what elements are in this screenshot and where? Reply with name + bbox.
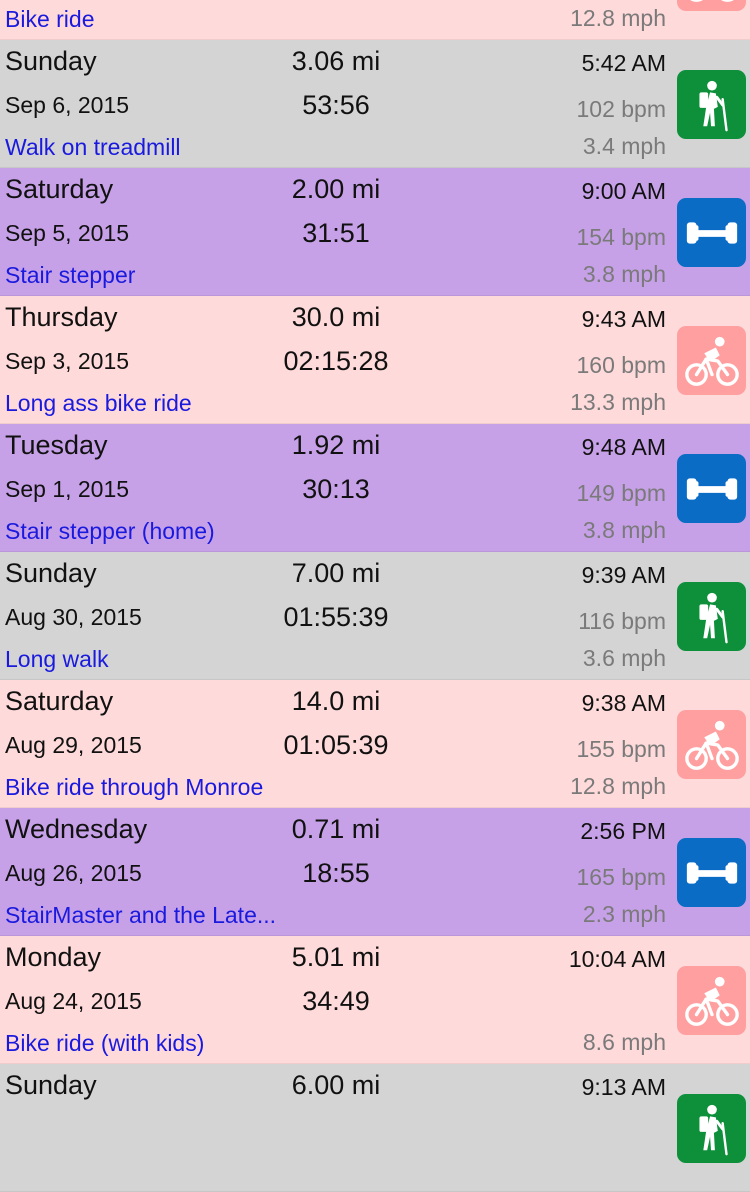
workout-note: Long walk [5,646,109,672]
workout-distance: 5.01 mi [291,942,381,972]
workout-time: 9:48 AM [581,434,666,460]
workout-note: Stair stepper [5,262,136,288]
workout-day: Monday [5,942,102,972]
workout-day: Saturday [5,174,114,204]
cyclist-icon [677,326,746,395]
workout-speed: 3.6 mph [582,645,666,671]
workout-heart-rate: 149 bpm [576,480,666,506]
workout-distance: 2.00 mi [291,174,381,204]
workout-time: 9:38 AM [581,690,666,716]
workout-row[interactable]: Sunday 6.00 mi 9:13 AM [0,1064,750,1192]
workout-note: Bike ride (with kids) [5,1030,205,1056]
hiker-icon [677,70,746,139]
workout-speed: 12.8 mph [570,773,666,799]
dumbbell-icon [677,454,746,523]
workout-date: Sep 5, 2015 [5,220,130,246]
workout-speed: 8.6 mph [582,1029,666,1055]
workout-date: Sep 1, 2015 [5,476,130,502]
dumbbell-icon [677,198,746,267]
workout-list[interactable]: Bike ride 12.8 mph Sunday Sep 6, 2015 Walk o… [0,0,750,1192]
workout-duration: 01:55:39 [283,602,389,632]
workout-duration: 30:13 [302,474,370,504]
workout-note: StairMaster and the Late... [5,902,277,928]
workout-day: Sunday [5,1070,97,1100]
workout-day: Sunday [5,558,97,588]
workout-duration: 18:55 [302,858,370,888]
workout-heart-rate: 165 bpm [576,864,666,890]
workout-day: Tuesday [5,430,108,460]
workout-row[interactable]: Monday Aug 24, 2015 Bike ride (with kids) 5… [0,936,750,1064]
workout-date: Aug 24, 2015 [5,988,142,1014]
workout-time: 10:04 AM [568,946,666,972]
workout-time: 9:13 AM [581,1074,666,1100]
workout-date: Sep 6, 2015 [5,92,130,118]
workout-time: 2:56 PM [580,818,666,844]
cyclist-icon [677,966,746,1035]
workout-speed: 3.4 mph [582,133,666,159]
workout-row[interactable]: Saturday Aug 29, 2015 Bike ride through Mo… [0,680,750,808]
workout-day: Saturday [5,686,114,716]
cyclist-icon [677,0,746,11]
workout-distance: 14.0 mi [291,686,381,716]
workout-note: Stair stepper (home) [5,518,215,544]
workout-date: Aug 30, 2015 [5,604,142,630]
workout-distance: 30.0 mi [291,302,381,332]
workout-time: 9:43 AM [581,306,666,332]
workout-note: Bike ride [5,6,95,32]
workout-heart-rate: 160 bpm [576,352,666,378]
workout-speed: 3.8 mph [582,261,666,287]
workout-day: Sunday [5,46,97,76]
workout-duration: 34:49 [302,986,370,1016]
workout-heart-rate: 116 bpm [578,608,666,634]
workout-day: Wednesday [5,814,148,844]
workout-duration: 53:56 [302,90,370,120]
workout-duration: 01:05:39 [283,730,389,760]
workout-distance: 6.00 mi [291,1070,381,1100]
workout-day: Thursday [5,302,118,332]
workout-date: Sep 3, 2015 [5,348,130,374]
workout-row[interactable]: Wednesday Aug 26, 2015 StairMaster and the… [0,808,750,936]
workout-heart-rate: 154 bpm [576,224,666,250]
workout-time: 9:39 AM [581,562,666,588]
workout-duration: 02:15:28 [283,346,389,376]
workout-speed: 3.8 mph [582,517,666,543]
dumbbell-icon [677,838,746,907]
workout-row[interactable]: Sunday Sep 6, 2015 Walk on treadmill 3.06 m… [0,40,750,168]
workout-date: Aug 26, 2015 [5,860,142,886]
hiker-icon [677,582,746,651]
workout-row[interactable]: Bike ride 12.8 mph [0,0,750,40]
hiker-icon [677,1094,746,1163]
workout-note: Bike ride through Monroe [5,774,264,800]
cyclist-icon [677,710,746,779]
workout-duration: 31:51 [302,218,370,248]
workout-time: 9:00 AM [581,178,666,204]
workout-row[interactable]: Thursday Sep 3, 2015 Long ass bike ride 30.… [0,296,750,424]
workout-heart-rate: 155 bpm [576,736,666,762]
workout-distance: 0.71 mi [291,814,381,844]
workout-distance: 1.92 mi [291,430,381,460]
workout-row[interactable]: Sunday Aug 30, 2015 Long walk 7.00 mi 01:55:… [0,552,750,680]
workout-speed: 12.8 mph [570,5,666,31]
workout-row[interactable]: Saturday Sep 5, 2015 Stair stepper 2.00 mi 3… [0,168,750,296]
workout-speed: 2.3 mph [582,901,666,927]
workout-note: Long ass bike ride [5,390,192,416]
workout-speed: 13.3 mph [570,389,666,415]
workout-row[interactable]: Tuesday Sep 1, 2015 Stair stepper (home) 1.… [0,424,750,552]
workout-date: Aug 29, 2015 [5,732,142,758]
workout-distance: 3.06 mi [291,46,381,76]
workout-note: Walk on treadmill [5,134,181,160]
workout-distance: 7.00 mi [291,558,381,588]
workout-time: 5:42 AM [581,50,666,76]
workout-heart-rate: 102 bpm [576,96,666,122]
